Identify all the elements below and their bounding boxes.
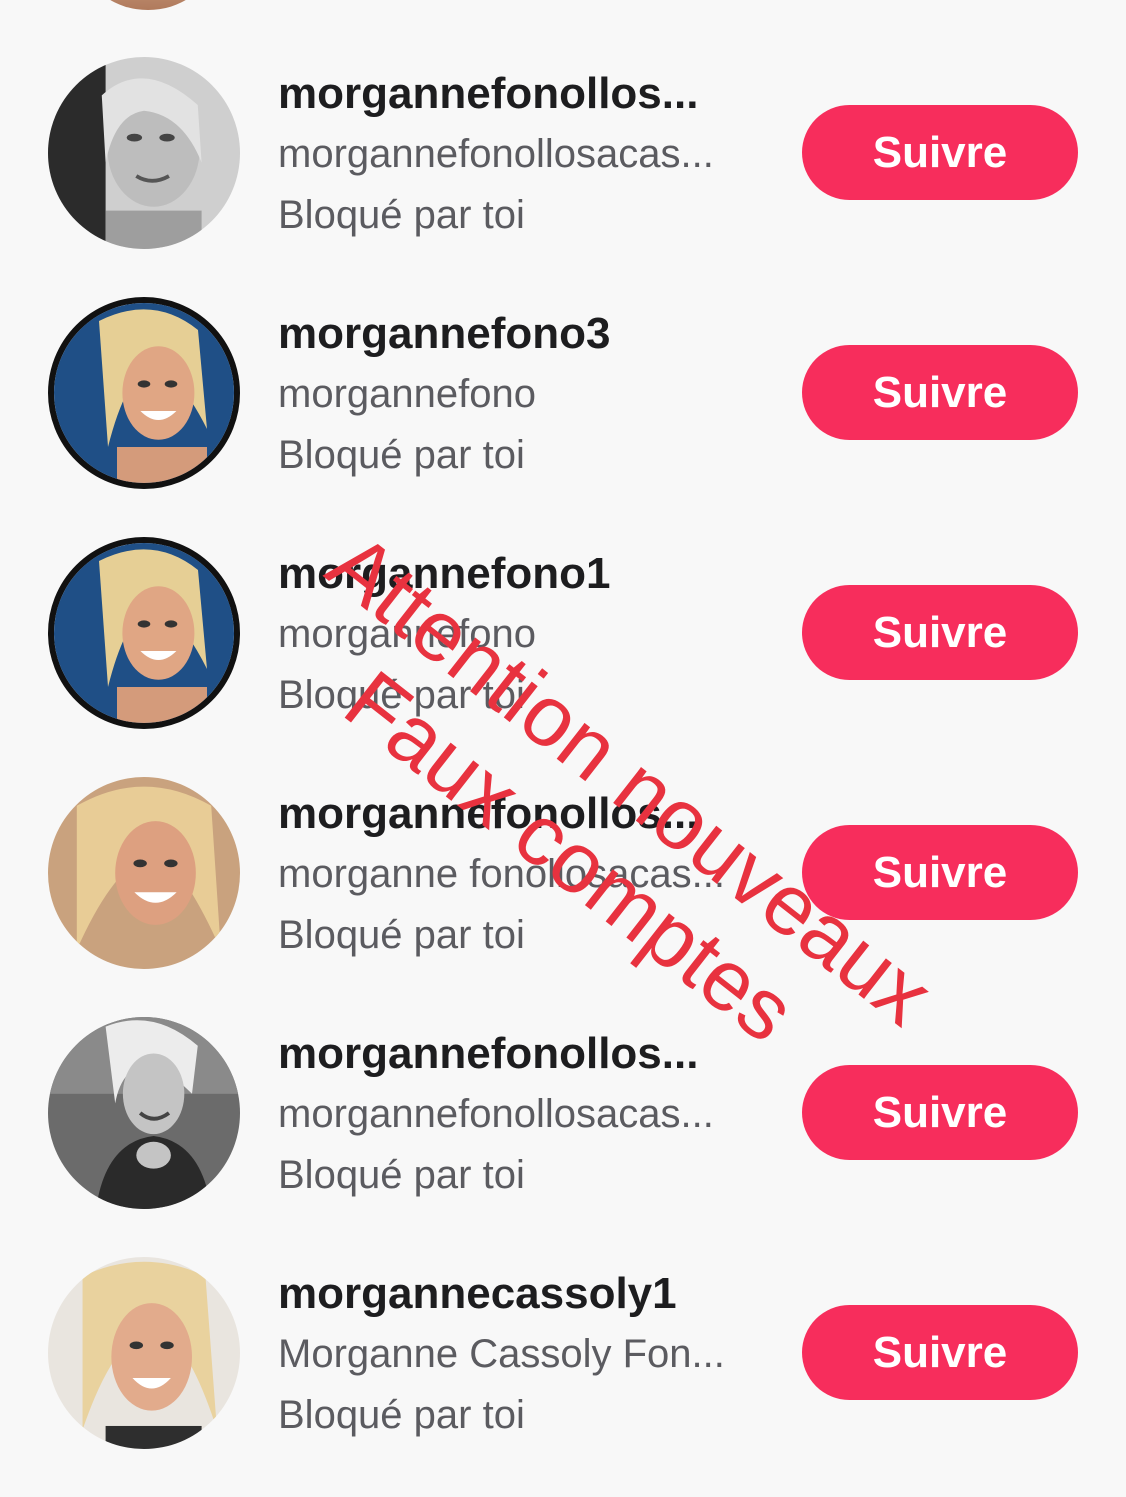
- follow-button[interactable]: Suivre: [802, 585, 1078, 680]
- list-item[interactable]: morgannefonollos... morgannefonollosacas…: [0, 57, 1126, 297]
- username[interactable]: morgannefonollos...: [278, 1025, 758, 1083]
- avatar[interactable]: [48, 777, 240, 969]
- username[interactable]: morgannefonollos...: [278, 65, 758, 123]
- blocked-status: Bloqué par toi: [278, 1393, 525, 1437]
- display-name: morgannefono: [278, 612, 536, 656]
- list-item[interactable]: morgannecassoly1 Morganne Cassoly Fon...…: [0, 1257, 1126, 1497]
- follow-button[interactable]: Suivre: [802, 1305, 1078, 1400]
- list-item[interactable]: morgannefono1 morgannefono Bloqué par to…: [0, 537, 1126, 777]
- username[interactable]: morgannecassoly1: [278, 1265, 758, 1323]
- list-item[interactable]: morgannefonollos... morgannefonollosacas…: [0, 1017, 1126, 1257]
- avatar[interactable]: [48, 57, 240, 249]
- follow-button[interactable]: Suivre: [802, 105, 1078, 200]
- display-name: morgannefonollosacas...: [278, 132, 714, 176]
- follow-button[interactable]: Suivre: [802, 825, 1078, 920]
- display-name: morgannefono: [278, 372, 536, 416]
- display-name: morganne fonollosacas...: [278, 852, 725, 896]
- username[interactable]: morgannefonollos...: [278, 785, 758, 843]
- blocked-status: Bloqué par toi: [278, 433, 525, 477]
- list-item[interactable]: morgannefonollos... morganne fonollosaca…: [0, 777, 1126, 1017]
- follow-button[interactable]: Suivre: [802, 345, 1078, 440]
- avatar[interactable]: [48, 297, 240, 489]
- blocked-status: Bloqué par toi: [278, 193, 525, 237]
- blocked-status: Bloqué par toi: [278, 913, 525, 957]
- list-item[interactable]: morgannefono3 morgannefono Bloqué par to…: [0, 297, 1126, 537]
- avatar[interactable]: [48, 1257, 240, 1449]
- display-name: Morganne Cassoly Fon...: [278, 1332, 725, 1376]
- blocked-status: Bloqué par toi: [278, 673, 525, 717]
- username[interactable]: morgannefono3: [278, 305, 758, 363]
- avatar[interactable]: [48, 1017, 240, 1209]
- username[interactable]: morgannefono1: [278, 545, 758, 603]
- blocked-status: Bloqué par toi: [278, 1153, 525, 1197]
- avatar[interactable]: [48, 537, 240, 729]
- follow-button[interactable]: Suivre: [802, 1065, 1078, 1160]
- display-name: morgannefonollosacas...: [278, 1092, 714, 1136]
- blocked-accounts-list: morgannefonollos... morgannefonollosacas…: [0, 0, 1126, 1490]
